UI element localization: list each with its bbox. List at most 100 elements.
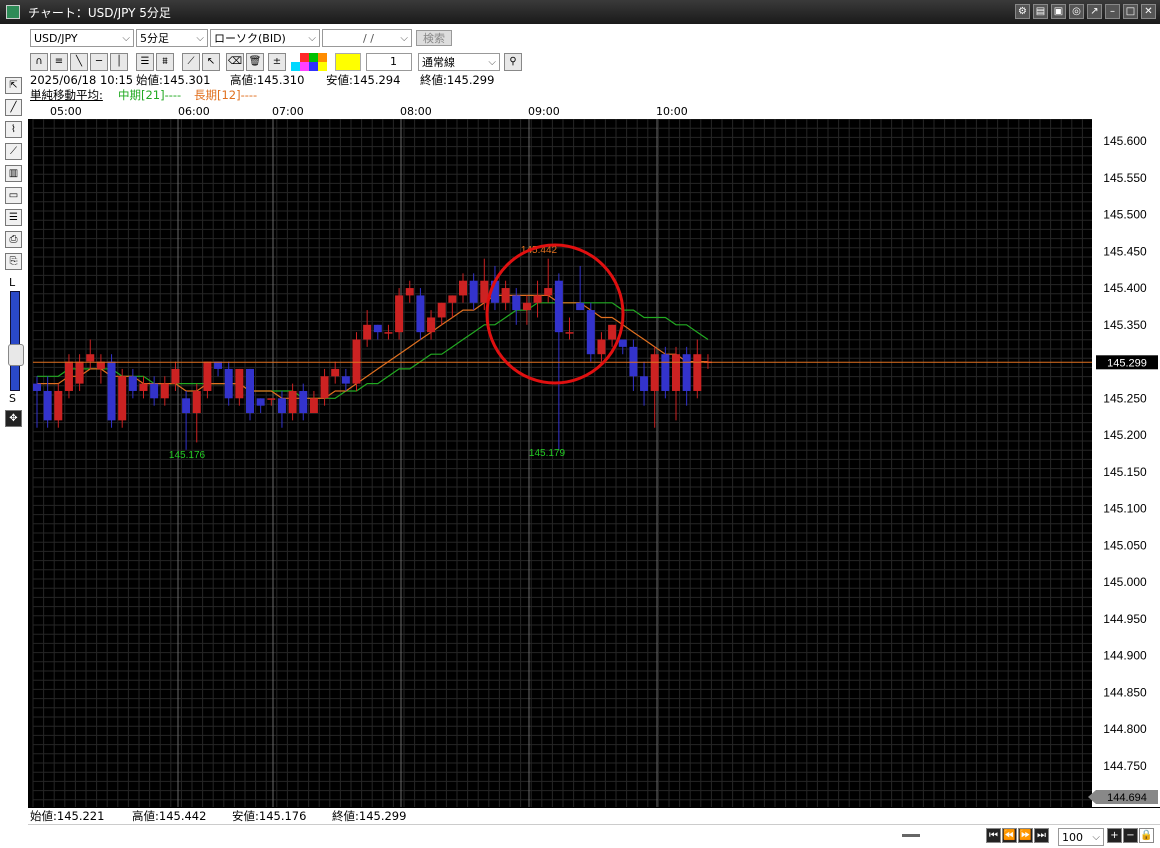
search-button[interactable]: 検索 [416, 30, 452, 46]
channel-icon[interactable]: ⩩ [156, 53, 174, 71]
list-tool-icon[interactable]: ☰ [5, 209, 22, 226]
trend-tool-icon[interactable]: ⟋ [5, 143, 22, 160]
price-label: 144.900 [1103, 649, 1147, 663]
candle-body [448, 295, 457, 303]
zoom-slider-thumb[interactable] [8, 344, 24, 366]
symbol-select[interactable]: USD/JPY ⌵ [30, 29, 134, 47]
lock-icon[interactable]: 🔒 [1139, 828, 1154, 843]
candle-body [512, 295, 521, 311]
candle-body [544, 288, 553, 296]
export-icon[interactable]: ⎘ [5, 253, 22, 270]
pen-tool-icon[interactable]: ╱ [5, 99, 22, 116]
zoom-in-icon[interactable]: + [1107, 828, 1122, 843]
chart-canvas[interactable]: 145.600 145.550 145.500 145.450 145.400 145.3… [28, 118, 1160, 807]
price-label: 145.000 [1103, 575, 1147, 589]
zoom-slider-track[interactable] [8, 291, 24, 391]
candle-body [320, 376, 329, 399]
candle-body [139, 383, 148, 391]
magnet-icon[interactable]: ∩ [30, 53, 48, 71]
candle-body [618, 339, 627, 347]
line-count-spinner[interactable]: 1 [366, 53, 412, 71]
pin-icon[interactable]: ⚲ [504, 53, 522, 71]
time-label: 05:00 [50, 105, 82, 118]
close-button[interactable]: ✕ [1141, 4, 1156, 19]
candle [118, 368, 127, 428]
eraser-icon[interactable]: ⌫ [226, 53, 244, 71]
price-label: 144.950 [1103, 612, 1147, 626]
candle-body [459, 280, 467, 296]
indicator-name[interactable]: 単純移動平均: [30, 88, 103, 103]
indicator-legend: 単純移動平均: 中期[21]---- 長期[12]---- [28, 88, 1160, 103]
price-chart[interactable]: 145.600 145.550 145.500 145.450 145.400 145.3… [28, 118, 1160, 807]
candle-body [341, 376, 350, 384]
current-open: 始値:145.301 [136, 73, 211, 87]
next-page-icon[interactable]: ⏩ [1018, 828, 1033, 843]
time-label: 09:00 [528, 105, 560, 118]
select-arrow-icon[interactable]: ↖ [202, 53, 220, 71]
date-select[interactable]: / / ⌵ [322, 29, 412, 47]
zoom-select[interactable]: 100 ⌵ [1058, 828, 1104, 846]
vertical-line-icon[interactable]: │ [110, 53, 128, 71]
window-tool-icon[interactable]: ▭ [5, 187, 22, 204]
cursor-tool-icon[interactable]: ⇱ [5, 77, 22, 94]
candle-body [160, 383, 169, 399]
indicator-tool-icon[interactable]: ⌇ [5, 121, 22, 138]
candle-body [501, 288, 510, 303]
maximize-button[interactable]: □ [1123, 4, 1138, 19]
diagonal-line-icon[interactable]: ╲ [70, 53, 88, 71]
popout-icon[interactable]: ↗ [1087, 4, 1102, 19]
candle-body [693, 354, 702, 391]
candle-body [661, 354, 670, 391]
candle [246, 368, 254, 421]
color-palette[interactable] [291, 53, 363, 71]
timeframe-select[interactable]: 5分足 ⌵ [136, 29, 208, 47]
candle-body [182, 398, 191, 414]
scroll-grip-icon[interactable] [902, 834, 920, 837]
candle-body [203, 361, 212, 391]
candle-body [586, 310, 595, 355]
bottom-price-tag: 144.694 [1088, 790, 1158, 804]
print-icon[interactable]: ⎙ [5, 231, 22, 248]
price-label: 144.850 [1103, 685, 1147, 699]
window-titlebar: チャート：USD/JPY 5分足 ⚙ ▤ ▣ ◎ ↗ – □ ✕ [0, 0, 1160, 24]
plusminus-icon[interactable]: ± [268, 53, 286, 71]
price-label: 145.100 [1103, 502, 1147, 516]
settings-icon[interactable]: ⚙ [1015, 4, 1030, 19]
price-label: 145.350 [1103, 318, 1147, 332]
ma-mid-label: 中期[21]---- [118, 88, 182, 102]
current-price-tag: 145.299 [1096, 355, 1158, 370]
price-label: 145.150 [1103, 465, 1147, 479]
candle-body [86, 354, 95, 362]
horizontal-line-icon[interactable]: ─ [90, 53, 108, 71]
chart-type-select[interactable]: ローソク(BID) ⌵ [210, 29, 320, 47]
move-icon[interactable]: ✥ [5, 410, 22, 427]
chart-app-icon [6, 5, 20, 19]
text-tool-icon[interactable]: ≡ [50, 53, 68, 71]
ma-long-label: 長期[12]---- [194, 88, 258, 102]
candle [395, 288, 404, 340]
candle-body [64, 361, 73, 391]
time-label: 06:00 [178, 105, 210, 118]
candle-body [75, 361, 84, 384]
last-page-icon[interactable]: ⏭ [1034, 828, 1049, 843]
candle [416, 288, 425, 340]
zoom-out-icon[interactable]: − [1123, 828, 1138, 843]
minimize-button[interactable]: – [1105, 4, 1120, 19]
first-page-icon[interactable]: ⏮ [986, 828, 1001, 843]
candle-body [395, 295, 404, 333]
line-style-select[interactable]: 通常線 ⌵ [418, 53, 500, 71]
prev-page-icon[interactable]: ⏪ [1002, 828, 1017, 843]
selected-color-swatch[interactable] [335, 53, 361, 71]
chart-link-icon[interactable]: ◎ [1069, 4, 1084, 19]
current-datetime: 2025/06/18 10:15 [30, 73, 134, 87]
trash-icon[interactable]: 🗑 [246, 53, 264, 71]
small-label: S [9, 392, 16, 405]
candle-body [416, 295, 425, 333]
window-icon[interactable]: ▤ [1033, 4, 1048, 19]
fan-icon[interactable]: ⟋ [182, 53, 200, 71]
candle-body [331, 368, 340, 377]
fibonacci-icon[interactable]: ☰ [136, 53, 154, 71]
candle-body [629, 346, 638, 377]
save-icon[interactable]: ▣ [1051, 4, 1066, 19]
bar-tool-icon[interactable]: ▥ [5, 165, 22, 182]
